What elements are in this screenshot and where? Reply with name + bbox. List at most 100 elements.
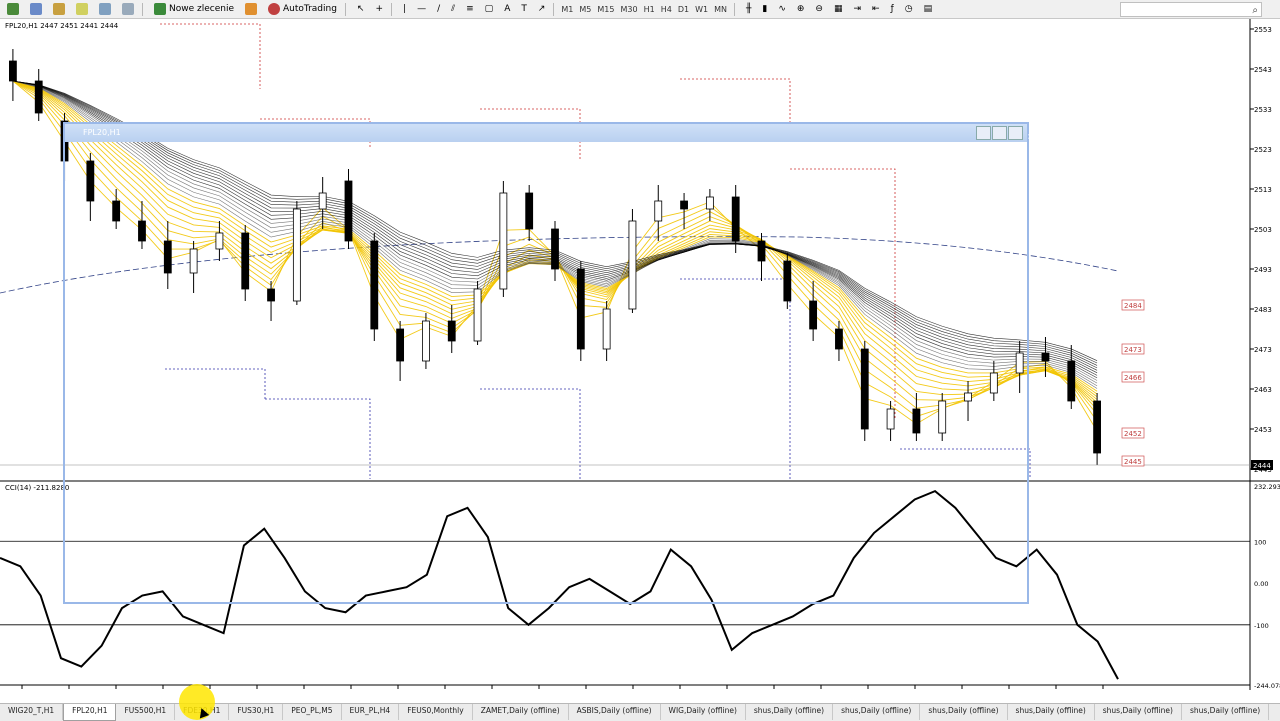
tab-chart[interactable]: EUR_PL,H4 <box>342 704 400 720</box>
candle-body <box>757 240 766 262</box>
candle-body <box>9 60 17 82</box>
timeframe-mn[interactable]: MN <box>711 5 730 14</box>
price-tick-label: 2463 <box>1254 386 1272 394</box>
zoom-out-icon: ⊖ <box>815 4 823 14</box>
autotrading-icon <box>268 3 280 15</box>
chart-area[interactable]: 2553 2543 2533 2523 2513 2503 2493 2483 2473 2463… <box>0 19 1280 690</box>
bar-chart-button[interactable]: ╫ <box>742 1 755 17</box>
timeframe-m1[interactable]: M1 <box>558 5 576 14</box>
cci-tick-label: 232.2934 <box>1254 483 1280 491</box>
price-tick-label: 2533 <box>1254 106 1272 114</box>
bar-chart-icon: ╫ <box>745 4 752 14</box>
trendline-tool[interactable]: / <box>433 1 444 17</box>
candle-body <box>241 232 250 290</box>
cci-indicator-info: CCI(14) -211.8280 <box>5 484 70 492</box>
price-tick-label: 2503 <box>1254 226 1272 234</box>
candle-body <box>86 160 95 202</box>
timeframe-h1[interactable]: H1 <box>641 5 658 14</box>
zoom-in-button[interactable]: ⊕ <box>793 1 809 17</box>
expert-editor-icon <box>245 3 257 15</box>
timeframe-w1[interactable]: W1 <box>692 5 711 14</box>
periods-icon: ◷ <box>904 4 913 14</box>
tab-chart[interactable]: WIG20_T,H1 <box>0 704 64 720</box>
candle-body <box>860 348 869 430</box>
tab-chart[interactable]: ZAMET,Daily (offline) <box>473 704 569 720</box>
vertical-line-icon: | <box>403 4 407 14</box>
tab-chart[interactable]: shus,Daily (offline) <box>1182 704 1270 720</box>
tab-chart[interactable]: PEO_PL,M5 <box>283 704 342 720</box>
candle-body <box>473 288 482 342</box>
shapes-tool[interactable]: ▢ <box>481 1 498 17</box>
line-chart-button[interactable]: ∿ <box>774 1 790 17</box>
cci-tick-label: 100 <box>1254 538 1266 546</box>
time-tick-label: 25 Sep 13:45 <box>331 689 378 690</box>
tab-chart[interactable]: FPL20,H1 <box>63 704 117 721</box>
tab-chart[interactable]: FUS30,H1 <box>229 704 284 720</box>
chart-shift-button[interactable]: ⇤ <box>868 1 884 17</box>
autotrading-button[interactable]: AutoTrading <box>264 1 341 17</box>
templates-button[interactable]: ▤ <box>920 1 937 17</box>
indicators-icon: ƒ <box>890 4 894 14</box>
tab-chart[interactable]: ASBIS,Daily (offline) <box>569 704 661 720</box>
candlestick-button[interactable]: ▮ <box>758 1 771 17</box>
text-icon: A <box>504 4 511 14</box>
timeframe-h4[interactable]: H4 <box>658 5 675 14</box>
tile-windows-button[interactable]: ▦ <box>830 1 847 17</box>
tab-chart[interactable]: WIG,Daily (offline) <box>661 704 746 720</box>
tab-chart[interactable]: shus,Daily (offline) <box>920 704 1008 720</box>
candle-body <box>344 180 353 242</box>
tab-chart[interactable]: shus,Daily (offline) <box>1095 704 1182 720</box>
crosshair-tool[interactable]: + <box>371 1 387 17</box>
cursor-tool[interactable]: ↖ <box>353 1 369 17</box>
price-tick-label: 2473 <box>1254 346 1272 354</box>
candle-body <box>1067 360 1076 402</box>
candle-body <box>163 240 172 274</box>
autoscroll-button[interactable]: ⇥ <box>849 1 865 17</box>
new-order-button[interactable]: Nowe zlecenie <box>150 1 238 17</box>
periods-button[interactable]: ◷ <box>901 1 917 17</box>
search-icon: ⌕ <box>1252 5 1258 16</box>
level-tag-label: 2445 <box>1124 458 1142 466</box>
tab-chart[interactable]: shus,Daily (offline) <box>1008 704 1095 720</box>
price-tick-label: 2493 <box>1254 266 1272 274</box>
fibonacci-tool[interactable]: ≡ <box>462 1 478 17</box>
profiles-button[interactable] <box>26 1 46 17</box>
candle-body <box>215 232 224 250</box>
timeframe-d1[interactable]: D1 <box>675 5 692 14</box>
candle-body <box>112 200 121 222</box>
navigator-button[interactable] <box>72 1 92 17</box>
current-price-label: 2444 <box>1253 462 1271 470</box>
timeframe-m5[interactable]: M5 <box>576 5 594 14</box>
candle-body <box>964 392 972 402</box>
candle-body <box>912 408 921 434</box>
toolbar-divider <box>733 2 735 16</box>
tester-button[interactable] <box>118 1 138 17</box>
candle-body <box>525 192 534 230</box>
price-chart[interactable]: 2553 2543 2533 2523 2513 2503 2493 2483 2473 2463… <box>0 19 1280 690</box>
arrows-tool[interactable]: ↗ <box>534 1 550 17</box>
price-tick-label: 2543 <box>1254 66 1272 74</box>
expert-editor-button[interactable] <box>241 1 261 17</box>
time-tick-label: 23 Sep 11:45 <box>96 689 143 690</box>
timeframe-m15[interactable]: M15 <box>594 5 617 14</box>
tab-chart[interactable]: FUS500,H1 <box>116 704 176 720</box>
timeframe-m30[interactable]: M30 <box>618 5 641 14</box>
tab-chart[interactable]: shus,Daily (offline) <box>746 704 834 720</box>
channel-tool[interactable]: ⫽ <box>447 1 459 17</box>
tab-chart[interactable]: shus,Daily (offline) <box>833 704 921 720</box>
cci-tick-label: -244.0788 <box>1254 682 1280 690</box>
new-chart-button[interactable] <box>3 1 23 17</box>
terminal-button[interactable] <box>95 1 115 17</box>
zoom-out-button[interactable]: ⊖ <box>811 1 827 17</box>
time-tick-label: 2 Oct 08:45 <box>801 689 842 690</box>
market-watch-button[interactable] <box>49 1 69 17</box>
label-tool[interactable]: T <box>517 1 531 17</box>
symbol-info: FPL20,H1 2447 2451 2441 2444 <box>5 22 119 30</box>
indicators-button[interactable]: ƒ <box>887 1 898 17</box>
tab-chart[interactable]: FEUS0,Monthly <box>399 704 473 720</box>
vertical-line-tool[interactable]: | <box>399 1 410 17</box>
level-tag-label: 2466 <box>1124 374 1142 382</box>
search-input[interactable]: ⌕ <box>1120 2 1262 17</box>
horizontal-line-tool[interactable]: — <box>413 1 430 17</box>
text-tool[interactable]: A <box>500 1 514 17</box>
